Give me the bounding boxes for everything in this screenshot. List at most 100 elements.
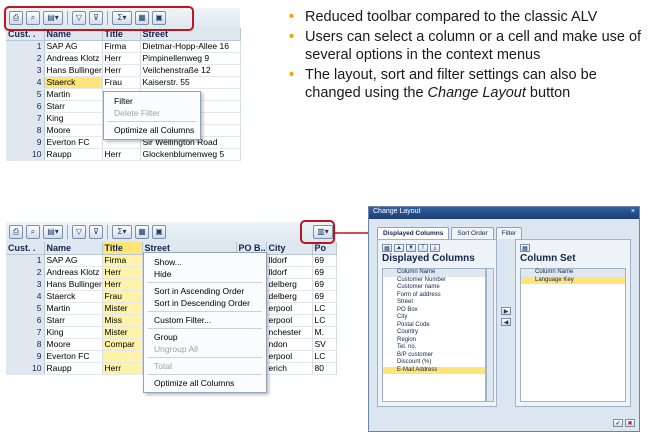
menu-item[interactable]: Hide xyxy=(144,268,266,280)
list-item[interactable]: Postal Code xyxy=(383,322,485,330)
row-number-cell[interactable]: 6 xyxy=(6,100,45,113)
table-cell[interactable]: Compar xyxy=(102,338,143,351)
table-row[interactable]: 3 Hans Bullinger Herr Veilchenstraße 12 xyxy=(6,64,241,77)
move-bottom-icon[interactable]: ⤓ xyxy=(430,244,440,252)
list-item[interactable]: Country xyxy=(383,329,485,337)
table-cell[interactable]: Staerck xyxy=(44,76,103,89)
table-cell[interactable]: lldorf xyxy=(266,254,313,267)
column-header[interactable]: Cust. . xyxy=(6,242,45,255)
table-cell[interactable]: Kaiserstr. 55 xyxy=(140,76,241,89)
table-cell[interactable]: Everton FC xyxy=(44,350,103,363)
list-item[interactable]: Column Name xyxy=(383,269,485,277)
table-cell[interactable]: Herr xyxy=(102,362,143,375)
table-cell[interactable]: Raupp xyxy=(44,148,103,161)
table-cell[interactable]: 80 xyxy=(312,362,337,375)
row-number-cell[interactable]: 10 xyxy=(6,148,45,161)
list-item[interactable]: Tel. no. xyxy=(383,344,485,352)
table-cell[interactable]: SV xyxy=(312,338,337,351)
dialog-close-icon[interactable]: × xyxy=(631,208,635,218)
column-header[interactable]: Name xyxy=(44,242,103,255)
row-number-cell[interactable]: 1 xyxy=(6,254,45,267)
table-cell[interactable]: Hans Bullinger xyxy=(44,278,103,291)
list-scrollbar[interactable] xyxy=(486,268,494,402)
table-cell[interactable]: Firma xyxy=(102,254,143,267)
table-cell[interactable]: delberg xyxy=(266,290,313,303)
table-cell[interactable]: Andreas Klotz xyxy=(44,52,103,65)
list-item[interactable]: Discount (%) xyxy=(383,359,485,367)
table-cell[interactable]: Starr xyxy=(44,314,103,327)
table-cell[interactable]: Pimpinellenweg 9 xyxy=(140,52,241,65)
table-cell[interactable] xyxy=(102,350,143,363)
move-up-icon[interactable]: ▲ xyxy=(394,244,404,252)
column-set-list[interactable]: Column Name Language Key xyxy=(520,268,626,402)
row-number-cell[interactable]: 4 xyxy=(6,290,45,303)
table-cell[interactable]: Everton FC xyxy=(44,136,103,149)
row-number-cell[interactable]: 7 xyxy=(6,326,45,339)
find-icon[interactable]: ⌕ xyxy=(26,225,40,239)
row-number-cell[interactable]: 9 xyxy=(6,136,45,149)
tab-filter[interactable]: Filter xyxy=(495,227,523,239)
row-number-cell[interactable]: 6 xyxy=(6,314,45,327)
table-cell[interactable]: King xyxy=(44,112,103,125)
table-cell[interactable]: Dietmar-Hopp-Allee 16 xyxy=(140,40,241,53)
row-number-cell[interactable]: 1 xyxy=(6,40,45,53)
menu-item[interactable]: Optimize all Columns xyxy=(104,124,200,136)
table-cell[interactable]: LC xyxy=(312,302,337,315)
ok-button[interactable]: ✔ xyxy=(613,419,623,427)
table-cell[interactable]: Herr xyxy=(102,278,143,291)
table-cell[interactable]: Moore xyxy=(44,124,103,137)
table-cell[interactable]: erpool xyxy=(266,302,313,315)
table-cell[interactable]: LC xyxy=(312,314,337,327)
table-cell[interactable]: Herr xyxy=(102,52,141,65)
list-item[interactable]: Customer name xyxy=(383,284,485,292)
table-cell[interactable]: Veilchenstraße 12 xyxy=(140,64,241,77)
table-cell[interactable]: Staerck xyxy=(44,290,103,303)
table-cell[interactable]: erpool xyxy=(266,350,313,363)
row-number-cell[interactable]: 5 xyxy=(6,302,45,315)
list-item[interactable]: B/P customer xyxy=(383,352,485,360)
column-header[interactable]: Title xyxy=(102,242,143,255)
cancel-button[interactable]: ✖ xyxy=(625,419,635,427)
row-number-cell[interactable]: 5 xyxy=(6,88,45,101)
menu-item[interactable]: Group xyxy=(144,331,266,343)
table-cell[interactable]: lldorf xyxy=(266,266,313,279)
move-right-icon[interactable]: ▶ xyxy=(501,307,511,315)
table-row[interactable]: 2 Andreas Klotz Herr Pimpinellenweg 9 xyxy=(6,52,241,65)
table-cell[interactable]: Herr xyxy=(102,64,141,77)
delete-filter-icon[interactable]: ⊽ xyxy=(89,225,103,239)
menu-item[interactable]: Sort in Descending Order xyxy=(144,297,266,309)
list-item[interactable]: City xyxy=(383,314,485,322)
row-number-cell[interactable]: 2 xyxy=(6,52,45,65)
menu-item[interactable]: Filter xyxy=(104,95,200,107)
table-cell[interactable]: LC xyxy=(312,350,337,363)
row-number-cell[interactable]: 8 xyxy=(6,124,45,137)
menu-item[interactable]: Sort in Ascending Order xyxy=(144,285,266,297)
list-item[interactable]: PO Box xyxy=(383,307,485,315)
table-cell[interactable]: Miss xyxy=(102,314,143,327)
row-number-cell[interactable]: 7 xyxy=(6,112,45,125)
table-cell[interactable]: nchester xyxy=(266,326,313,339)
tab-displayed-columns[interactable]: Displayed Columns xyxy=(377,227,450,239)
table-row[interactable]: 10 Raupp Herr Glockenblumenweg 5 xyxy=(6,148,241,161)
list-item[interactable]: Region xyxy=(383,337,485,345)
table-cell[interactable]: Moore xyxy=(44,338,103,351)
list-item[interactable]: Form of address xyxy=(383,292,485,300)
table-cell[interactable]: erich xyxy=(266,362,313,375)
row-number-cell[interactable]: 10 xyxy=(6,362,45,375)
table-cell[interactable]: M. xyxy=(312,326,337,339)
move-down-icon[interactable]: ▼ xyxy=(406,244,416,252)
export-icon[interactable]: ▦ xyxy=(135,225,149,239)
filter-icon[interactable]: ▽ xyxy=(72,225,86,239)
table-cell[interactable]: erpool xyxy=(266,314,313,327)
select-all-icon[interactable]: ▦ xyxy=(382,244,392,252)
row-number-cell[interactable]: 2 xyxy=(6,266,45,279)
table-cell[interactable]: Hans Bullinger xyxy=(44,64,103,77)
row-number-cell[interactable]: 8 xyxy=(6,338,45,351)
table-row[interactable]: 4 Staerck Frau Kaiserstr. 55 xyxy=(6,76,241,89)
table-row[interactable]: 1 SAP AG Firma Dietmar-Hopp-Allee 16 xyxy=(6,40,241,53)
menu-item[interactable]: Show... xyxy=(144,256,266,268)
move-left-icon[interactable]: ◀ xyxy=(501,318,511,326)
table-cell[interactable]: delberg xyxy=(266,278,313,291)
print-preview-icon[interactable]: ▣ xyxy=(152,225,166,239)
table-cell[interactable]: Martin xyxy=(44,88,103,101)
